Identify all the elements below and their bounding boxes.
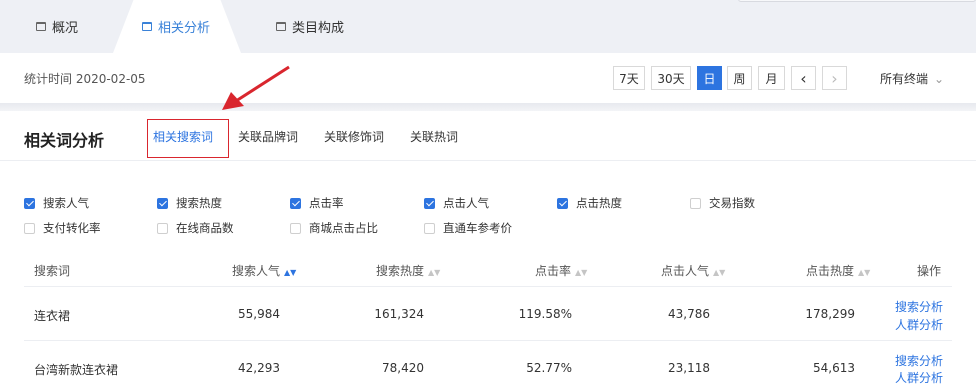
col-label: 点击热度 (806, 264, 855, 278)
search-analysis-link[interactable]: 搜索分析 (895, 298, 943, 315)
metric-search-pop[interactable]: 搜索人气 (24, 195, 89, 211)
metric-ctr[interactable]: 点击率 (290, 195, 344, 211)
cell-keyword: 连衣裙 (34, 309, 71, 323)
col-click-heat[interactable]: 点击热度 ▲▼ (806, 262, 870, 279)
metric-label: 直通车参考价 (443, 221, 512, 235)
metric-label: 商城点击占比 (309, 221, 378, 235)
metric-label: 点击率 (309, 196, 344, 210)
col-keyword: 搜索词 (34, 264, 71, 278)
col-ctr[interactable]: 点击率 ▲▼ (535, 262, 587, 279)
checkbox[interactable] (690, 197, 701, 209)
checkbox[interactable] (557, 197, 568, 209)
metric-label: 交易指数 (709, 196, 755, 210)
col-click-pop[interactable]: 点击人气 ▲▼ (661, 262, 725, 279)
col-label: 搜索人气 (232, 264, 281, 278)
checkbox[interactable] (157, 222, 168, 234)
search-analysis-link[interactable]: 搜索分析 (895, 352, 943, 369)
metric-label: 搜索热度 (176, 196, 222, 210)
metric-label: 点击热度 (576, 196, 622, 210)
sort-icon[interactable]: ▲▼ (428, 268, 440, 277)
checkbox[interactable] (290, 197, 301, 209)
col-actions: 操作 (917, 264, 942, 278)
metric-label: 在线商品数 (176, 221, 234, 235)
metric-label: 搜索人气 (43, 196, 89, 210)
metric-label: 支付转化率 (43, 221, 101, 235)
cell-search-heat: 78,420 (382, 361, 424, 375)
crowd-analysis-link[interactable]: 人群分析 (895, 316, 943, 333)
cell-ctr: 119.58% (518, 307, 572, 321)
metric-pay-rate[interactable]: 支付转化率 (24, 220, 101, 236)
checkbox[interactable] (24, 197, 35, 209)
cell-search-pop: 55,984 (238, 307, 280, 321)
sort-icon[interactable]: ▲▼ (713, 268, 725, 277)
metric-online-items[interactable]: 在线商品数 (157, 220, 234, 236)
metric-search-heat[interactable]: 搜索热度 (157, 195, 222, 211)
cell-click-pop: 23,118 (668, 361, 710, 375)
col-label: 点击人气 (661, 264, 710, 278)
row-divider (24, 340, 952, 341)
cell-keyword: 台湾新款连衣裙 (34, 363, 119, 377)
metric-label: 点击人气 (443, 196, 489, 210)
cell-ctr: 52.77% (526, 361, 572, 375)
metric-mall-click[interactable]: 商城点击占比 (290, 220, 378, 236)
sort-icon[interactable]: ▲▼ (575, 268, 587, 277)
col-label: 搜索热度 (376, 264, 425, 278)
metric-click-heat[interactable]: 点击热度 (557, 195, 622, 211)
col-label: 点击率 (535, 264, 572, 278)
metric-ztc-price[interactable]: 直通车参考价 (424, 220, 512, 236)
cell-click-heat: 178,299 (805, 307, 855, 321)
col-search-heat[interactable]: 搜索热度 ▲▼ (376, 262, 440, 279)
checkbox[interactable] (157, 197, 168, 209)
cell-click-pop: 43,786 (668, 307, 710, 321)
metric-trade-index[interactable]: 交易指数 (690, 195, 755, 211)
sort-icon[interactable]: ▲▼ (858, 268, 870, 277)
checkbox[interactable] (424, 222, 435, 234)
cell-click-heat: 54,613 (813, 361, 855, 375)
checkbox[interactable] (290, 222, 301, 234)
row-divider (24, 286, 952, 287)
cell-search-pop: 42,293 (238, 361, 280, 375)
metric-click-pop[interactable]: 点击人气 (424, 195, 489, 211)
crowd-analysis-link[interactable]: 人群分析 (895, 369, 943, 386)
checkbox[interactable] (24, 222, 35, 234)
sort-icon[interactable]: ▲▼ (284, 268, 296, 277)
cell-search-heat: 161,324 (374, 307, 424, 321)
checkbox[interactable] (424, 197, 435, 209)
annotation-arrow (222, 65, 290, 110)
col-search-pop[interactable]: 搜索人气 ▲▼ (232, 262, 296, 279)
